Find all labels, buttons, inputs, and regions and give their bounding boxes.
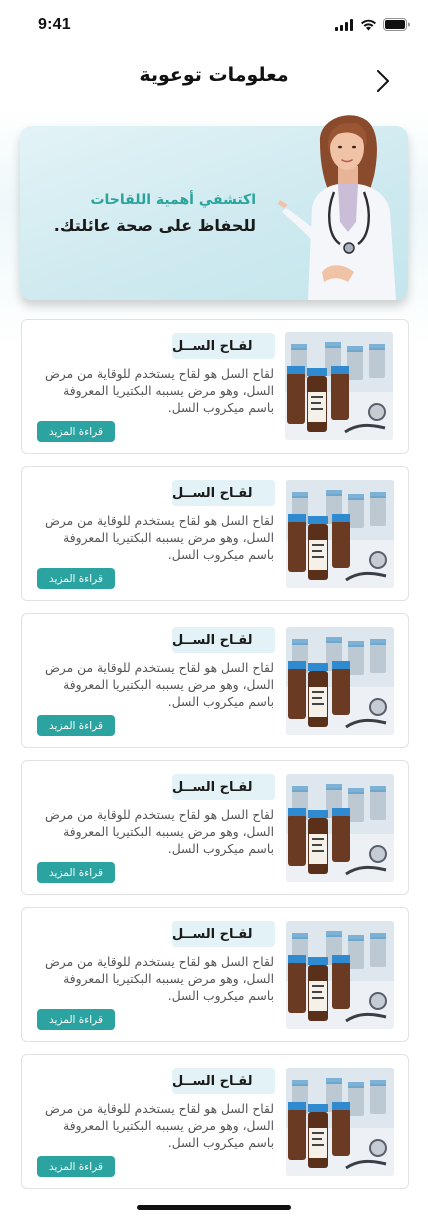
card-title: لقـاح الســل [172, 1073, 253, 1089]
card-description: لقاح السل هو لقاح يستخدم للوقاية من مرض … [44, 661, 274, 709]
hero-tagline: اكتشفي أهمية اللقاحات [90, 192, 256, 208]
read-more-button[interactable]: قراءة المزيد [37, 1156, 115, 1177]
read-more-button[interactable]: قراءة المزيد [37, 421, 115, 442]
vaccine-thumbnail [286, 480, 394, 588]
cellular-signal-icon [335, 18, 353, 31]
card-title-pill: لقـاح الســل [172, 627, 275, 653]
hero-text: اكتشفي أهمية اللقاحات للحفاظ على صحة عائ… [54, 192, 256, 235]
vaccine-vials-image [286, 1068, 394, 1176]
hero-banner: اكتشفي أهمية اللقاحات للحفاظ على صحة عائ… [20, 115, 408, 300]
card-title: لقـاح الســل [172, 485, 253, 501]
vaccine-card: لقـاح الســل لقاح السل هو لقاح يستخدم لل… [21, 760, 409, 895]
card-description: لقاح السل هو لقاح يستخدم للوقاية من مرض … [44, 1102, 274, 1150]
card-title: لقـاح الســل [172, 926, 253, 942]
vaccine-thumbnail [286, 1068, 394, 1176]
battery-icon [383, 18, 410, 31]
vaccine-card: لقـاح الســل لقاح السل هو لقاح يستخدم لل… [21, 907, 409, 1042]
page-title: معلومات توعوية [139, 64, 289, 86]
back-button[interactable] [370, 66, 396, 96]
wifi-icon [361, 19, 376, 30]
vaccine-thumbnail [285, 332, 393, 440]
card-title-pill: لقـاح الســل [172, 333, 275, 359]
chevron-icon [377, 70, 389, 92]
status-bar: 9:41 [0, 0, 428, 52]
vaccine-vials-image [286, 480, 394, 588]
card-title: لقـاح الســل [172, 779, 253, 795]
hero-headline: للحفاظ على صحة عائلتك. [53, 216, 256, 235]
status-time: 9:41 [38, 16, 71, 33]
home-indicator[interactable] [137, 1205, 291, 1210]
vaccine-card: لقـاح الســل لقاح السل هو لقاح يستخدم لل… [21, 466, 409, 601]
card-description: لقاح السل هو لقاح يستخدم للوقاية من مرض … [44, 955, 274, 1003]
card-title-pill: لقـاح الســل [172, 1068, 275, 1094]
vaccine-card: لقـاح الســل لقاح السل هو لقاح يستخدم لل… [21, 1054, 409, 1189]
vaccine-vials-image [286, 627, 394, 735]
read-more-button[interactable]: قراءة المزيد [37, 568, 115, 589]
card-description: لقاح السل هو لقاح يستخدم للوقاية من مرض … [44, 367, 274, 415]
vaccine-vials-image [285, 332, 393, 440]
card-title: لقـاح الســل [172, 632, 253, 648]
vaccine-vials-image [286, 774, 394, 882]
header: معلومات توعوية [0, 52, 428, 108]
card-title-pill: لقـاح الســل [172, 921, 275, 947]
read-more-button[interactable]: قراءة المزيد [37, 715, 115, 736]
vaccine-thumbnail [286, 774, 394, 882]
status-icons [335, 18, 410, 31]
read-more-button[interactable]: قراءة المزيد [37, 862, 115, 883]
card-title-pill: لقـاح الســل [172, 774, 275, 800]
card-title: لقـاح الســل [172, 338, 253, 354]
vaccine-thumbnail [286, 921, 394, 1029]
card-description: لقاح السل هو لقاح يستخدم للوقاية من مرض … [44, 514, 274, 562]
doctor-illustration [278, 115, 396, 300]
vaccine-thumbnail [286, 627, 394, 735]
vaccine-card: لقـاح الســل لقاح السل هو لقاح يستخدم لل… [21, 319, 409, 454]
card-description: لقاح السل هو لقاح يستخدم للوقاية من مرض … [44, 808, 274, 856]
read-more-button[interactable]: قراءة المزيد [37, 1009, 115, 1030]
card-title-pill: لقـاح الســل [172, 480, 275, 506]
vaccine-card: لقـاح الســل لقاح السل هو لقاح يستخدم لل… [21, 613, 409, 748]
vaccine-vials-image [286, 921, 394, 1029]
